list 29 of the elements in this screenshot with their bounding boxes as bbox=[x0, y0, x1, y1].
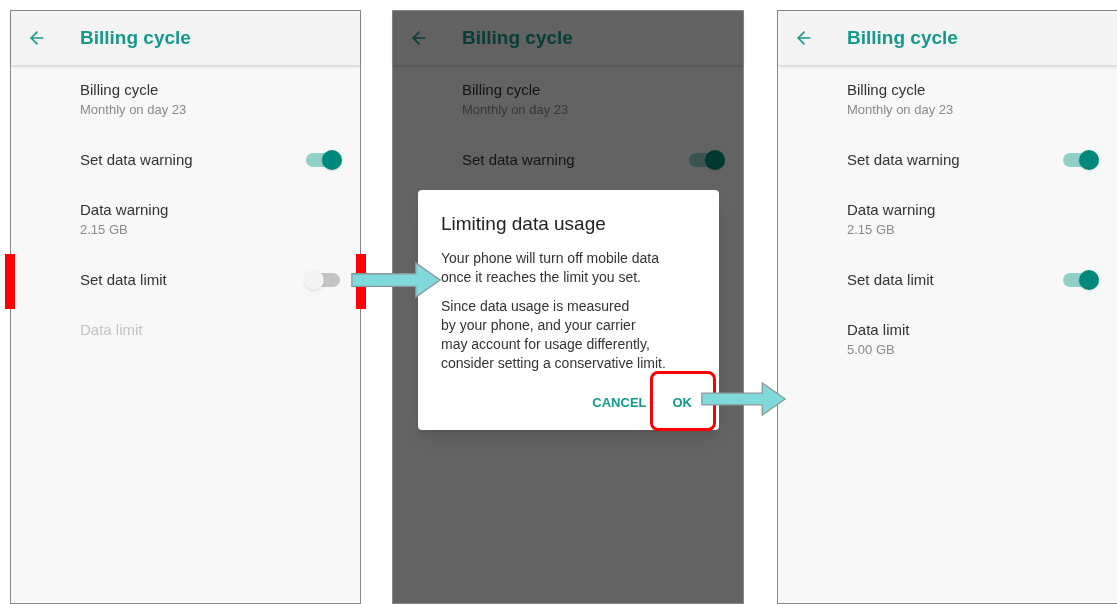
setting-title: Billing cycle bbox=[80, 80, 160, 100]
setting-summary: Monthly on day 23 bbox=[847, 101, 955, 119]
dialog-button[interactable]: OK bbox=[668, 388, 696, 416]
toggle-switch[interactable] bbox=[306, 273, 340, 287]
setting-title: Set data limit bbox=[80, 269, 168, 290]
setting-title: Data limit bbox=[847, 320, 911, 340]
dialog-button[interactable]: CANCEL bbox=[588, 388, 651, 416]
setting-title: Billing cycle bbox=[462, 80, 542, 100]
setting-summary: 2.15 GB bbox=[847, 221, 896, 239]
setting-title: Set data warning bbox=[80, 149, 194, 170]
setting-summary: 2.15 GB bbox=[80, 221, 129, 239]
toggle-switch[interactable] bbox=[1063, 153, 1097, 167]
screen-title: Billing cycle bbox=[80, 25, 191, 50]
setting-summary: 5.00 GB bbox=[847, 341, 896, 359]
setting-title: Data warning bbox=[847, 200, 937, 220]
toggle-switch[interactable] bbox=[689, 153, 723, 167]
screen-title: Billing cycle bbox=[462, 25, 573, 50]
setting-title: Set data limit bbox=[847, 269, 935, 290]
setting-title: Set data warning bbox=[847, 149, 961, 170]
setting-title: Billing cycle bbox=[847, 80, 927, 100]
screen-title: Billing cycle bbox=[847, 25, 958, 50]
setting-title: Data warning bbox=[80, 200, 170, 220]
dialog-message: Your phone will turn off mobile data once it reaches the limit you set. bbox=[441, 248, 660, 287]
setting-title: Set data warning bbox=[462, 149, 576, 170]
toggle-switch[interactable] bbox=[1063, 273, 1097, 287]
dialog-title: Limiting data usage bbox=[441, 212, 607, 236]
setting-summary: Monthly on day 23 bbox=[80, 101, 188, 119]
dialog-message: Since data usage is measured by your phone, and your carrier may account for usage differently, consider setting a conservative limit. bbox=[441, 296, 667, 373]
toggle-switch[interactable] bbox=[306, 153, 340, 167]
